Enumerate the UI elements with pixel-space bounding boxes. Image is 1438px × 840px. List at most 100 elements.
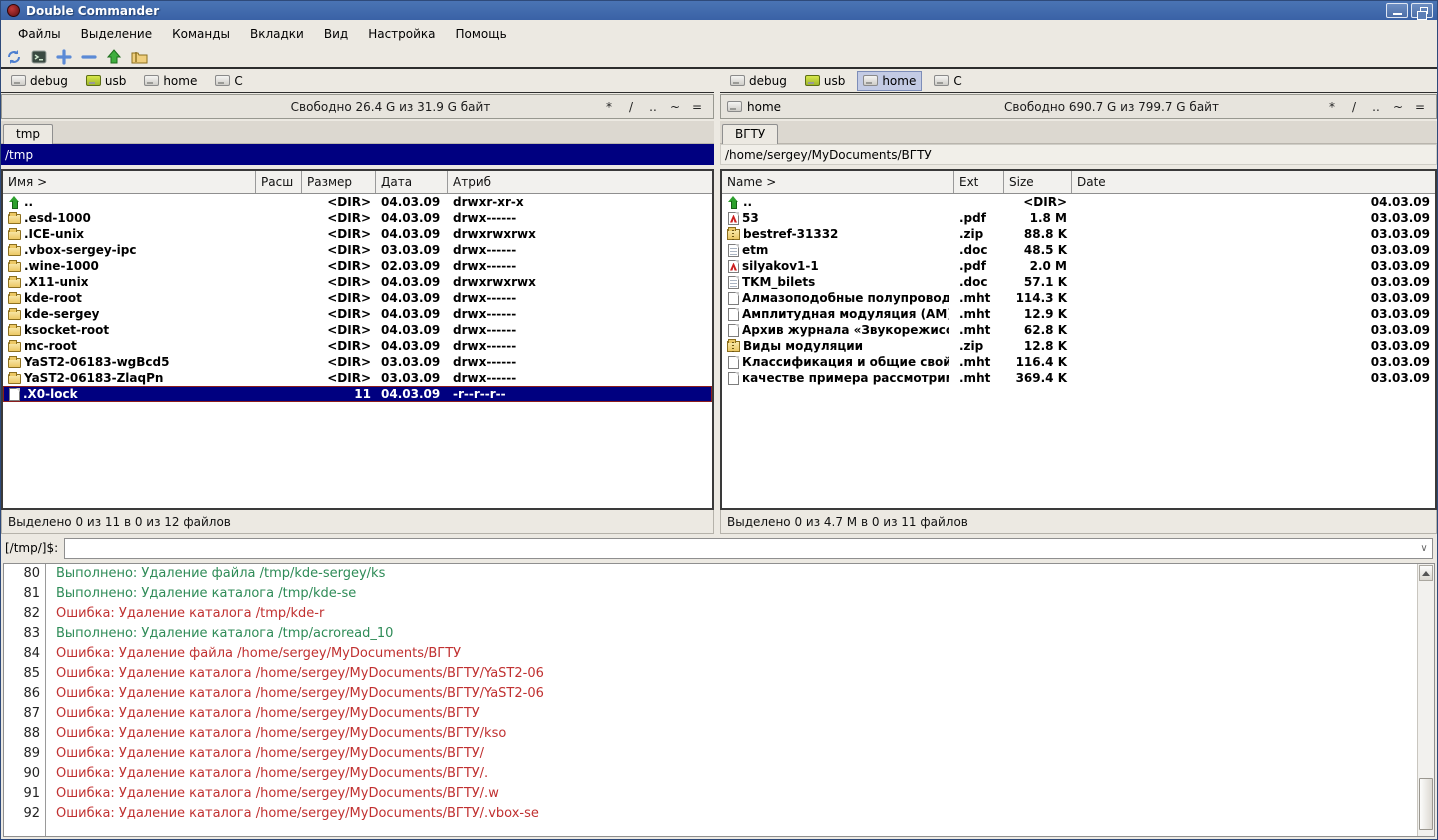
file-row-11[interactable]: качестве примера рассмотрим м.mht369.4 K…: [722, 370, 1435, 386]
file-row-9[interactable]: Виды модуляции.zip12.8 K03.03.09: [722, 338, 1435, 354]
remove-tab-button[interactable]: [80, 48, 98, 66]
file-size: <DIR>: [302, 290, 376, 306]
quick-button-1[interactable]: /: [1348, 100, 1360, 114]
quick-button-3[interactable]: ~: [1392, 100, 1404, 114]
file-ext: [256, 354, 302, 370]
terminal-button[interactable]: [30, 48, 48, 66]
file-name-cell: .ICE-unix: [3, 226, 256, 242]
menu-item-2[interactable]: Команды: [163, 24, 239, 44]
file-row-parent[interactable]: ..<DIR>04.03.09: [722, 194, 1435, 210]
left-tab-strip[interactable]: tmp: [1, 121, 714, 144]
left-path-bar[interactable]: /tmp: [1, 144, 714, 165]
drive-button-C[interactable]: C: [928, 71, 967, 91]
file-name-cell: TKM_bilets: [722, 274, 954, 290]
right-header-date[interactable]: Date: [1072, 171, 1435, 193]
file-row-10[interactable]: YaST2-06183-wgBcd5<DIR>03.03.09drwx-----…: [3, 354, 712, 370]
left-header-size[interactable]: Размер: [302, 171, 376, 193]
file-row-parent[interactable]: ..<DIR>04.03.09drwxr-xr-x: [3, 194, 712, 210]
right-path-bar[interactable]: /home/sergey/MyDocuments/ВГТУ: [720, 144, 1437, 165]
drive-button-usb[interactable]: usb: [80, 71, 132, 91]
menu-item-1[interactable]: Выделение: [72, 24, 161, 44]
scroll-thumb[interactable]: [1419, 778, 1433, 830]
file-row-5[interactable]: TKM_bilets.doc57.1 K03.03.09: [722, 274, 1435, 290]
file-date: 04.03.09: [376, 322, 448, 338]
right-tab-strip[interactable]: ВГТУ: [720, 121, 1437, 144]
file-row-2[interactable]: .ICE-unix<DIR>04.03.09drwxrwxrwx: [3, 226, 712, 242]
file-row-8[interactable]: ksocket-root<DIR>04.03.09drwx------: [3, 322, 712, 338]
drive-label: C: [953, 74, 961, 88]
file-ext: [256, 226, 302, 242]
left-tab-tmp[interactable]: tmp: [3, 124, 53, 144]
file-row-5[interactable]: .X11-unix<DIR>04.03.09drwxrwxrwx: [3, 274, 712, 290]
drive-button-usb[interactable]: usb: [799, 71, 851, 91]
quick-button-0[interactable]: *: [603, 100, 615, 114]
log-scrollbar[interactable]: [1417, 564, 1434, 836]
file-row-4[interactable]: silyakov1-1.pdf2.0 M03.03.09: [722, 258, 1435, 274]
left-header-date[interactable]: Дата: [376, 171, 448, 193]
file-row-6[interactable]: kde-root<DIR>04.03.09drwx------: [3, 290, 712, 306]
left-header-name[interactable]: Имя >: [3, 171, 256, 193]
drive-button-debug[interactable]: debug: [5, 71, 74, 91]
file-row-4[interactable]: .wine-1000<DIR>02.03.09drwx------: [3, 258, 712, 274]
file-row-1[interactable]: 53.pdf1.8 M03.03.09: [722, 210, 1435, 226]
file-ext: [256, 258, 302, 274]
up-level-button[interactable]: [105, 48, 123, 66]
refresh-button[interactable]: [5, 48, 23, 66]
restore-button[interactable]: [1411, 3, 1433, 18]
quick-button-1[interactable]: /: [625, 100, 637, 114]
command-dropdown-icon[interactable]: ∨: [1416, 539, 1432, 558]
right-header-size[interactable]: Size: [1004, 171, 1072, 193]
file-ext: .mht: [954, 306, 1004, 322]
log-line-number: 87: [4, 704, 45, 724]
right-tab-vgtu[interactable]: ВГТУ: [722, 124, 778, 144]
file-size: 12.8 K: [1004, 338, 1072, 354]
drive-button-home[interactable]: home: [138, 71, 203, 91]
file-date: 03.03.09: [1072, 274, 1435, 290]
quick-button-2[interactable]: ..: [647, 100, 659, 114]
file-row-1[interactable]: .esd-1000<DIR>04.03.09drwx------: [3, 210, 712, 226]
menu-item-6[interactable]: Помощь: [447, 24, 516, 44]
file-row-10[interactable]: Классификация и общие свойств.mht116.4 K…: [722, 354, 1435, 370]
menu-item-4[interactable]: Вид: [315, 24, 357, 44]
file-row-6[interactable]: Алмазоподобные полупроводни.mht114.3 K03…: [722, 290, 1435, 306]
command-input[interactable]: [65, 540, 1416, 557]
file-name-cell: ..: [3, 194, 256, 210]
quick-button-2[interactable]: ..: [1370, 100, 1382, 114]
drive-label: debug: [749, 74, 787, 88]
right-header-ext[interactable]: Ext: [954, 171, 1004, 193]
quick-button-3[interactable]: ~: [669, 100, 681, 114]
add-tab-button[interactable]: [55, 48, 73, 66]
file-row-12[interactable]: .X0-lock1104.03.09-r--r--r--: [3, 386, 712, 402]
quick-button-0[interactable]: *: [1326, 100, 1338, 114]
file-row-3[interactable]: .vbox-sergey-ipc<DIR>03.03.09drwx------: [3, 242, 712, 258]
file-attr: drwx------: [448, 322, 712, 338]
right-status-bar: Выделено 0 из 4.7 М в 0 из 11 файлов: [720, 510, 1437, 534]
menu-item-5[interactable]: Настройка: [359, 24, 444, 44]
sheet-icon: [9, 388, 20, 401]
minimize-button[interactable]: [1386, 3, 1408, 18]
quick-button-4[interactable]: =: [1414, 100, 1426, 114]
archive-button[interactable]: [130, 48, 148, 66]
menu-item-0[interactable]: Файлы: [9, 24, 70, 44]
file-row-8[interactable]: Архив журнала «Звукорежиссер.mht62.8 K03…: [722, 322, 1435, 338]
drive-button-home[interactable]: home: [857, 71, 922, 91]
file-row-2[interactable]: bestref-31332.zip88.8 K03.03.09: [722, 226, 1435, 242]
left-header-ext[interactable]: Расш: [256, 171, 302, 193]
file-row-3[interactable]: etm.doc48.5 K03.03.09: [722, 242, 1435, 258]
quick-button-4[interactable]: =: [691, 100, 703, 114]
doc-icon: [728, 276, 739, 289]
file-row-7[interactable]: kde-sergey<DIR>04.03.09drwx------: [3, 306, 712, 322]
folder-icon: [8, 294, 21, 304]
drive-button-debug[interactable]: debug: [724, 71, 793, 91]
file-row-11[interactable]: YaST2-06183-ZlaqPn<DIR>03.03.09drwx-----…: [3, 370, 712, 386]
file-date: 04.03.09: [376, 306, 448, 322]
folder-icon: [8, 342, 21, 352]
up-icon: [8, 196, 21, 209]
left-header-attr[interactable]: Атриб: [448, 171, 712, 193]
file-row-9[interactable]: mc-root<DIR>04.03.09drwx------: [3, 338, 712, 354]
menu-item-3[interactable]: Вкладки: [241, 24, 313, 44]
file-row-7[interactable]: Амплитудная модуляция (АМ)_(.mht12.9 K03…: [722, 306, 1435, 322]
drive-button-C[interactable]: C: [209, 71, 248, 91]
scroll-up-icon[interactable]: [1419, 565, 1433, 581]
right-header-name[interactable]: Name >: [722, 171, 954, 193]
